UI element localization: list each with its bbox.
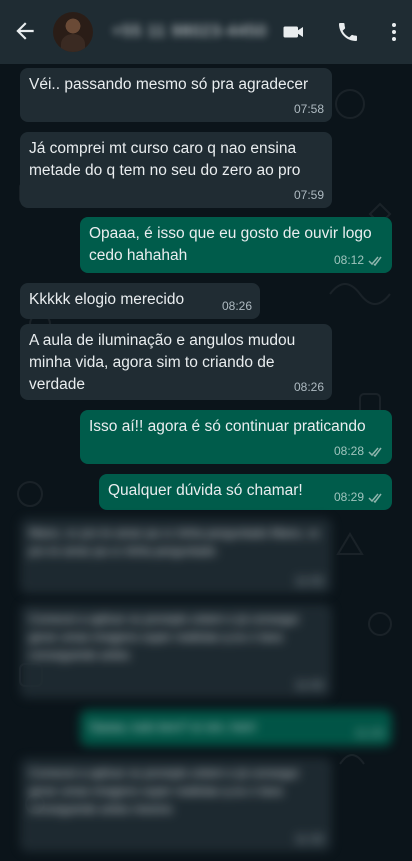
message-text: Opaaa, tudo bem? aí sim, hein! — [89, 720, 257, 734]
message-time: 11:02 — [294, 574, 324, 588]
message-bubble[interactable]: A aula de iluminação e angulos mudou min… — [20, 324, 332, 400]
message-text: Mano, vc pro te amar pa cc tinha pergunt… — [29, 526, 324, 558]
message-time: 07:59 — [293, 188, 324, 202]
message-text: Comecei a aplicar os prompts ontem e já … — [29, 766, 302, 816]
arrow-left-icon[interactable] — [12, 18, 38, 44]
avatar[interactable] — [53, 12, 93, 52]
message-bubble[interactable]: Véi.. passando mesmo só pra agradecer 07… — [20, 68, 332, 122]
message-bubble[interactable]: Comecei a aplicar os prompts ontem e já … — [20, 604, 332, 698]
chat-area[interactable]: Véi.. passando mesmo só pra agradecer 07… — [0, 64, 412, 861]
message-time: 08:26 — [293, 380, 324, 394]
message-bubble[interactable]: Mano, vc pro te amar pa cc tinha pergunt… — [20, 518, 332, 594]
phone-icon[interactable] — [336, 20, 360, 44]
message-bubble[interactable]: Isso aí!! agora é só continuar praticand… — [80, 410, 392, 464]
message-time: 08:12 — [333, 253, 364, 267]
message-bubble[interactable]: Já comprei mt curso caro q nao ensina me… — [20, 132, 332, 208]
message-bubble[interactable]: Comecei a aplicar os prompts ontem e já … — [20, 758, 332, 852]
message-time: 08:29 — [333, 490, 364, 504]
message-time: 11:02 — [294, 678, 324, 692]
message-text: Já comprei mt curso caro q nao ensina me… — [29, 140, 301, 179]
double-check-icon — [368, 447, 382, 457]
message-bubble[interactable]: Qualquer dúvida só chamar! 08:29 — [99, 474, 392, 510]
videocam-icon[interactable] — [282, 20, 306, 44]
contact-name[interactable]: +55 11 98023-4450 — [112, 23, 267, 41]
message-text: Véi.. passando mesmo só pra agradecer — [29, 76, 309, 93]
message-time: 07:58 — [293, 102, 324, 116]
message-text: A aula de iluminação e angulos mudou min… — [29, 332, 300, 393]
message-bubble[interactable]: Opaaa, é isso que eu gosto de ouvir logo… — [80, 217, 392, 273]
chat-header: +55 11 98023-4450 — [0, 0, 412, 64]
double-check-icon — [368, 493, 382, 503]
double-check-icon — [368, 256, 382, 266]
message-text: Isso aí!! agora é só continuar praticand… — [89, 418, 366, 435]
message-text: Kkkkk elogio merecido — [29, 291, 185, 308]
message-text: Comecei a aplicar os prompts ontem e já … — [29, 612, 302, 662]
message-time: 11:32 — [294, 832, 324, 846]
message-bubble[interactable]: Kkkkk elogio merecido 08:26 — [20, 283, 260, 319]
more-vertical-icon[interactable] — [382, 20, 406, 44]
message-time: 11:20 — [354, 726, 384, 740]
message-time: 08:28 — [333, 444, 364, 458]
message-bubble[interactable]: Opaaa, tudo bem? aí sim, hein! 11:20 — [80, 710, 392, 746]
message-time: 08:26 — [221, 299, 252, 313]
